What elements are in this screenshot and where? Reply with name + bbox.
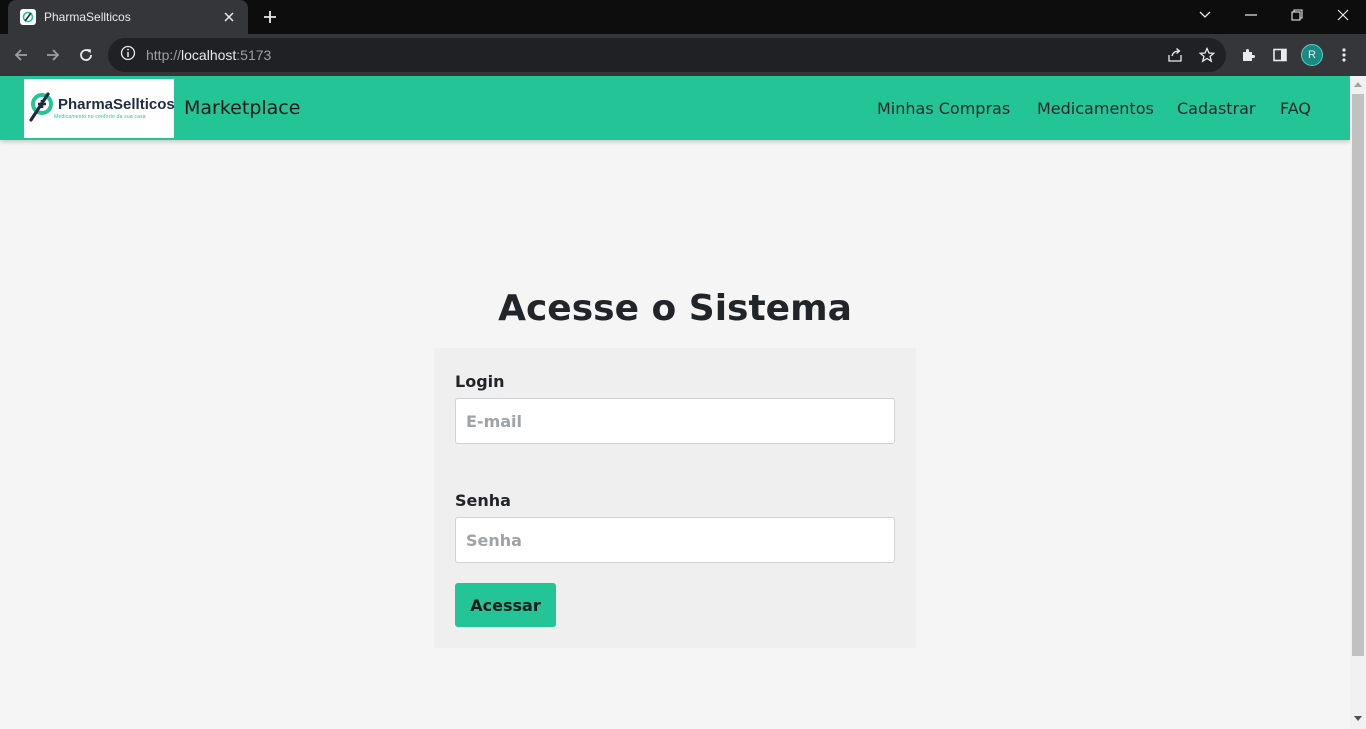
browser-tabstrip: PharmaSellticos [0, 0, 1366, 34]
forward-arrow-icon[interactable] [40, 42, 66, 68]
tab-title: PharmaSellticos [44, 10, 131, 24]
nav-faq[interactable]: FAQ [1280, 99, 1311, 118]
address-bar[interactable]: http://localhost:5173 [108, 38, 1226, 72]
brand-title[interactable]: Marketplace [184, 97, 300, 119]
logo-tagline: Medicamento no conforto da sua casa [54, 114, 146, 120]
page-title: Acesse o Sistema [498, 288, 852, 329]
minimize-icon[interactable] [1228, 0, 1274, 30]
email-input[interactable] [455, 398, 895, 444]
scroll-up-arrow-icon[interactable] [1354, 82, 1362, 87]
restore-icon[interactable] [1274, 0, 1320, 30]
nav-medicamentos[interactable]: Medicamentos [1037, 99, 1154, 118]
reload-icon[interactable] [73, 42, 99, 68]
login-label: Login [455, 372, 505, 391]
nav-cadastrar[interactable]: Cadastrar [1177, 99, 1256, 118]
password-label: Senha [455, 491, 511, 510]
page-scrollbar[interactable] [1350, 76, 1366, 729]
password-input[interactable] [455, 517, 895, 563]
url-host: localhost [181, 47, 237, 63]
share-icon[interactable] [1166, 46, 1184, 64]
extensions-puzzle-icon[interactable] [1235, 42, 1261, 68]
new-tab-icon[interactable] [258, 5, 282, 29]
site-info-icon[interactable] [120, 45, 136, 66]
logo-name: PharmaSellticos [58, 96, 175, 113]
url-text: http://localhost:5173 [146, 47, 271, 63]
menu-kebab-icon[interactable] [1331, 42, 1357, 68]
url-scheme: http:// [146, 47, 182, 63]
logo[interactable]: PharmaSellticos Medicamento no conforto … [24, 79, 175, 138]
submit-button[interactable]: Acessar [455, 583, 556, 627]
pharmacy-logo-icon [20, 9, 36, 25]
close-tab-icon[interactable] [220, 8, 238, 26]
app-header: PharmaSellticos Medicamento no conforto … [0, 76, 1350, 140]
side-panel-icon[interactable] [1267, 42, 1293, 68]
login-form: Login Senha Acessar [434, 348, 916, 648]
url-port: :5173 [236, 47, 272, 63]
profile-avatar[interactable]: R [1301, 44, 1323, 66]
browser-toolbar: http://localhost:5173 R [0, 34, 1366, 76]
logo-wordmark: PharmaSellticos Medicamento no conforto … [54, 97, 175, 120]
pharmacy-logo-icon [28, 90, 54, 127]
page-viewport: PharmaSellticos Medicamento no conforto … [0, 76, 1350, 729]
back-arrow-icon[interactable] [8, 42, 34, 68]
scroll-thumb[interactable] [1352, 94, 1364, 656]
close-window-icon[interactable] [1320, 0, 1366, 30]
tab-search-icon[interactable] [1182, 0, 1228, 30]
bookmark-star-icon[interactable] [1198, 46, 1216, 64]
scroll-down-arrow-icon[interactable] [1354, 716, 1362, 721]
nav-minhas-compras[interactable]: Minhas Compras [877, 99, 1010, 118]
browser-tab[interactable]: PharmaSellticos [8, 0, 248, 34]
